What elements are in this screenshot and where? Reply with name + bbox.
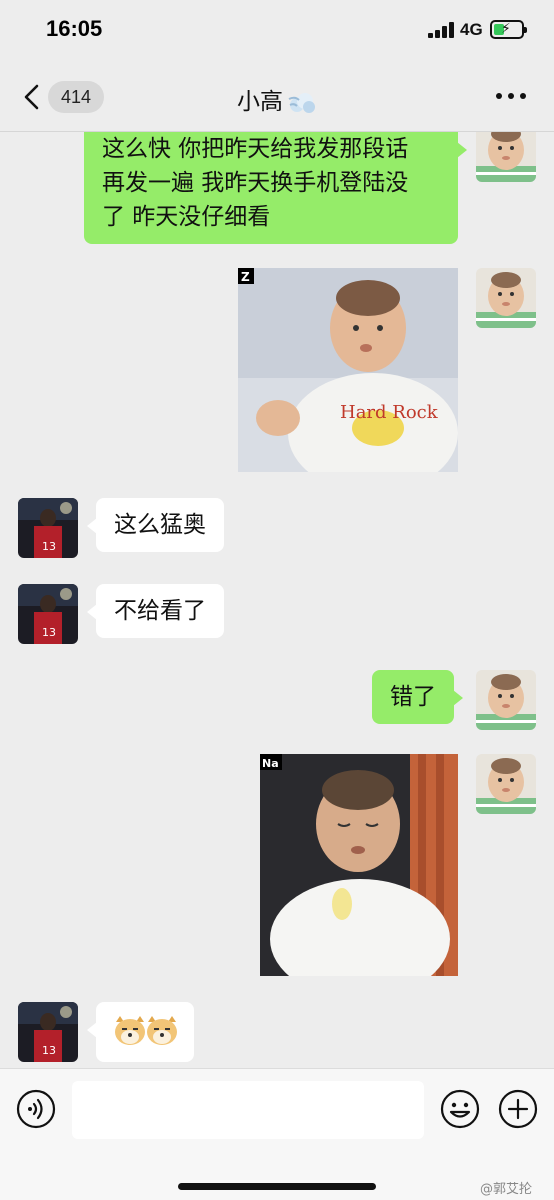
cloud-puff-icon <box>288 92 315 113</box>
input-bar <box>0 1068 554 1200</box>
more-dots-icon[interactable] <box>496 93 528 101</box>
contact-avatar[interactable]: 13 <box>18 1002 78 1062</box>
message-bubble-other[interactable]: 不给看了 <box>87 584 224 638</box>
shirt-text: Hard Rock <box>340 402 439 423</box>
svg-text:13: 13 <box>42 626 56 639</box>
voice-icon[interactable] <box>16 1089 56 1129</box>
status-bar: 16:05 4G ⚡ <box>0 0 554 62</box>
self-avatar[interactable] <box>476 670 536 730</box>
sticker-image-baby[interactable]: Hard Rock Z <box>238 268 458 472</box>
sticker-overlay-label: Na <box>262 757 279 770</box>
watermark: @郭艾抡 <box>480 1182 533 1197</box>
message-bubble-self[interactable]: 错了 <box>372 670 463 724</box>
chat-header: 414 小高 <box>0 62 554 132</box>
chat-title-text: 小高 <box>237 89 283 115</box>
emoji-icon[interactable] <box>440 1089 480 1129</box>
plus-icon[interactable] <box>498 1089 538 1129</box>
self-avatar[interactable] <box>476 754 536 814</box>
message-bubble-other[interactable] <box>87 1002 194 1062</box>
chat-title: 小高 <box>0 82 554 116</box>
contact-avatar[interactable]: 13 <box>18 498 78 558</box>
svg-text:13: 13 <box>42 1044 56 1057</box>
message-input[interactable] <box>72 1081 424 1139</box>
self-avatar[interactable] <box>476 268 536 328</box>
svg-text:13: 13 <box>42 540 56 553</box>
home-indicator[interactable] <box>178 1183 376 1190</box>
self-avatar[interactable] <box>476 132 536 182</box>
message-list[interactable]: 这么快 你把昨天给我发那段话 再发一遍 我昨天换手机登陆没 了 昨天没仔细看 H… <box>0 132 554 1068</box>
doge-emoji-icon <box>115 1016 177 1045</box>
contact-avatar[interactable]: 13 <box>18 584 78 644</box>
message-bubble-other[interactable]: 这么猛奥 <box>87 498 224 552</box>
sticker-overlay-label: Z <box>241 270 250 284</box>
status-time: 16:05 <box>46 16 103 41</box>
signal-icon <box>428 22 454 38</box>
sticker-image-baby-sleepy[interactable]: Na <box>260 754 458 976</box>
network-label: 4G <box>460 20 483 39</box>
message-bubble-self[interactable]: 这么快 你把昨天给我发那段话 再发一遍 我昨天换手机登陆没 了 昨天没仔细看 <box>84 132 467 244</box>
battery-icon: ⚡ <box>490 20 527 39</box>
